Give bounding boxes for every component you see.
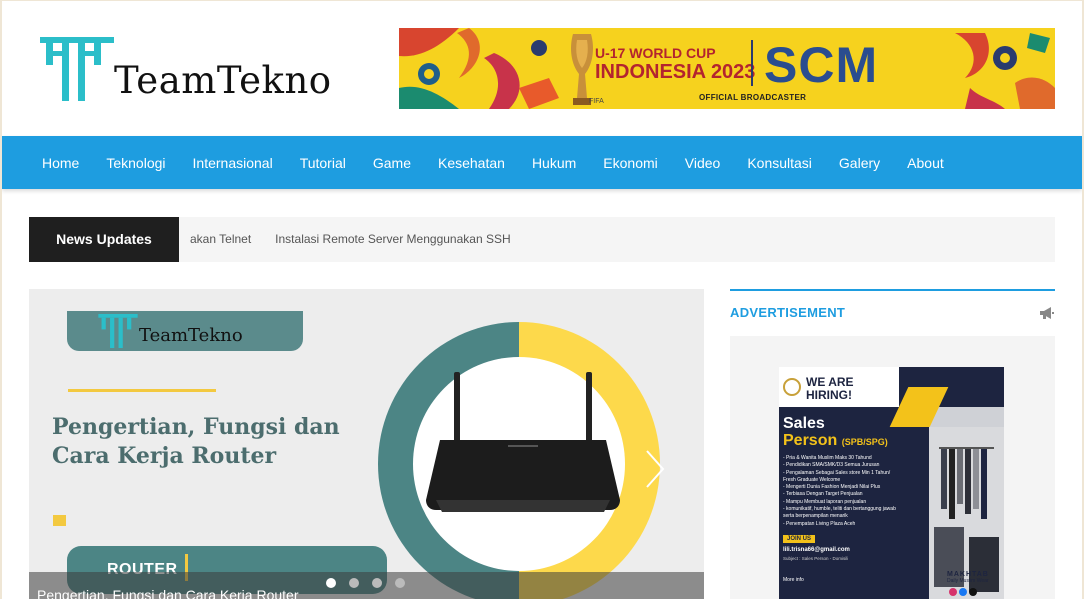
slide-logo-mark-icon: [98, 314, 138, 348]
poster-hiring: WE ARE HIRING!: [806, 375, 854, 402]
featured-slider[interactable]: TeamTekno Pengertian, Fungsi dan Cara Ke…: [29, 289, 704, 599]
banner-fifa: FIFA: [589, 98, 604, 105]
site-logo[interactable]: TeamTekno: [40, 37, 332, 107]
poster-brand-sub: Daily Muslim Wear: [947, 578, 989, 584]
facebook-icon: [959, 588, 967, 596]
banner-broadcaster: OFFICIAL BROADCASTER: [699, 93, 807, 102]
poster-more-info: More info: [783, 577, 804, 583]
nav-item-galery[interactable]: Galery: [839, 155, 880, 171]
slide-logo-box: TeamTekno: [67, 311, 303, 351]
ticker-items: akan Telnet Instalasi Remote Server Mengg…: [190, 217, 535, 262]
slider-dot[interactable]: [326, 578, 336, 588]
ticker-item[interactable]: akan Telnet: [190, 232, 251, 246]
nav-list: Home Teknologi Internasional Tutorial Game Ke…: [2, 136, 1082, 189]
nav-item-hukum[interactable]: Hukum: [532, 155, 576, 171]
slide-title[interactable]: Pengertian, Fungsi dan Cara Kerja Router: [52, 413, 342, 471]
banner-art-right: [935, 28, 1055, 109]
slide-caption-text[interactable]: Pengertian, Fungsi dan Cara Kerja Router: [37, 587, 298, 599]
nav-item-tutorial[interactable]: Tutorial: [300, 155, 346, 171]
poster-subject: Subject : Sales Person - Domisili: [783, 556, 849, 561]
poster-sales: Sales: [783, 415, 825, 432]
slide-accent-line: [68, 389, 216, 392]
ticker-item[interactable]: Instalasi Remote Server Menggunakan SSH: [275, 232, 510, 246]
banner-art-left: [399, 28, 559, 109]
nav-item-ekonomi[interactable]: Ekonomi: [603, 155, 657, 171]
requirement-item: - Mengerti Dunia Fashion Menjadi Nilai P…: [783, 484, 881, 491]
poster-brand: MAKHTAB Daily Muslim Wear: [947, 571, 989, 584]
requirement-item: serta berpenampilan menarik: [783, 513, 848, 520]
poster-email: lili.trisna66@gmail.com: [783, 547, 850, 553]
slide-logo-text: TeamTekno: [139, 325, 243, 346]
ad-box: WE ARE HIRING! Sales Person (SPB/SPG) - …: [730, 336, 1055, 599]
nav-item-home[interactable]: Home: [42, 155, 79, 171]
requirement-item: - komunikatif, humble, teliti dan bertan…: [783, 506, 896, 513]
logo-mark-icon: [40, 37, 114, 101]
megaphone-icon: [1040, 307, 1054, 319]
header-banner-ad[interactable]: U-17 WORLD CUP INDONESIA 2023 FIFA SCM O…: [399, 28, 1055, 109]
banner-title: U-17 WORLD CUP INDONESIA 2023: [595, 45, 755, 83]
logo-text: TeamTekno: [114, 59, 332, 102]
requirement-item: - Pengalaman Sebagai Sales store Min 1 T…: [783, 469, 891, 476]
slide-accent-square: [53, 515, 66, 526]
poster-brand-name: MAKHTAB: [947, 571, 989, 578]
nav-item-about[interactable]: About: [907, 155, 944, 171]
slider-dot[interactable]: [395, 578, 405, 588]
requirement-item: - Terbiasa Dengan Target Penjualan: [783, 491, 863, 498]
slider-dots: [326, 578, 418, 588]
nav-item-kesehatan[interactable]: Kesehatan: [438, 155, 505, 171]
requirement-item: Fresh Graduate Welcome: [783, 476, 841, 483]
slider-dot[interactable]: [349, 578, 359, 588]
requirement-item: - Mampu Membuat laporan penjualan: [783, 498, 867, 505]
brand-badge-icon: [783, 378, 801, 396]
banner-brand: SCM: [764, 37, 879, 93]
banner-divider: [751, 40, 753, 86]
main-nav: Home Teknologi Internasional Tutorial Game Ke…: [2, 136, 1082, 189]
nav-item-video[interactable]: Video: [685, 155, 721, 171]
news-updates-label: News Updates: [29, 217, 179, 262]
news-ticker: News Updates akan Telnet Instalasi Remote…: [29, 217, 1055, 262]
poster-socials: [949, 588, 979, 596]
nav-item-konsultasi[interactable]: Konsultasi: [747, 155, 812, 171]
poster-requirements: - Pria & Wanita Muslim Maks 30 Tahund - P…: [783, 455, 923, 528]
poster-person-tag: (SPB/SPG): [841, 437, 888, 447]
banner-title-line2: INDONESIA 2023: [595, 61, 756, 83]
poster-join: JOIN US: [783, 535, 816, 543]
nav-item-internasional[interactable]: Internasional: [193, 155, 273, 171]
hiring-poster[interactable]: WE ARE HIRING! Sales Person (SPB/SPG) - …: [779, 367, 1004, 599]
slider-dot[interactable]: [372, 578, 382, 588]
ad-heading: ADVERTISEMENT: [730, 305, 846, 320]
instagram-icon: [949, 588, 957, 596]
nav-item-teknologi[interactable]: Teknologi: [106, 155, 165, 171]
poster-person: Person (SPB/SPG): [783, 432, 888, 450]
ad-heading-rule: [730, 289, 1055, 291]
tiktok-icon: [969, 588, 977, 596]
requirement-item: - Penempatan Living Plaza Aceh: [783, 520, 856, 527]
page: TeamTekno U-17 WORLD CUP INDONESIA 2023 …: [2, 1, 1082, 599]
router-image: [378, 322, 660, 599]
requirement-item: - Pendidikan SMA/SMK/D3 Semua Jurusan: [783, 462, 880, 469]
requirement-item: - Pria & Wanita Muslim Maks 30 Tahund: [783, 455, 872, 461]
banner-title-line1: U-17 WORLD CUP: [595, 45, 716, 61]
slider-next-icon[interactable]: [643, 449, 667, 489]
nav-item-game[interactable]: Game: [373, 155, 411, 171]
poster-person-text: Person: [783, 432, 838, 449]
